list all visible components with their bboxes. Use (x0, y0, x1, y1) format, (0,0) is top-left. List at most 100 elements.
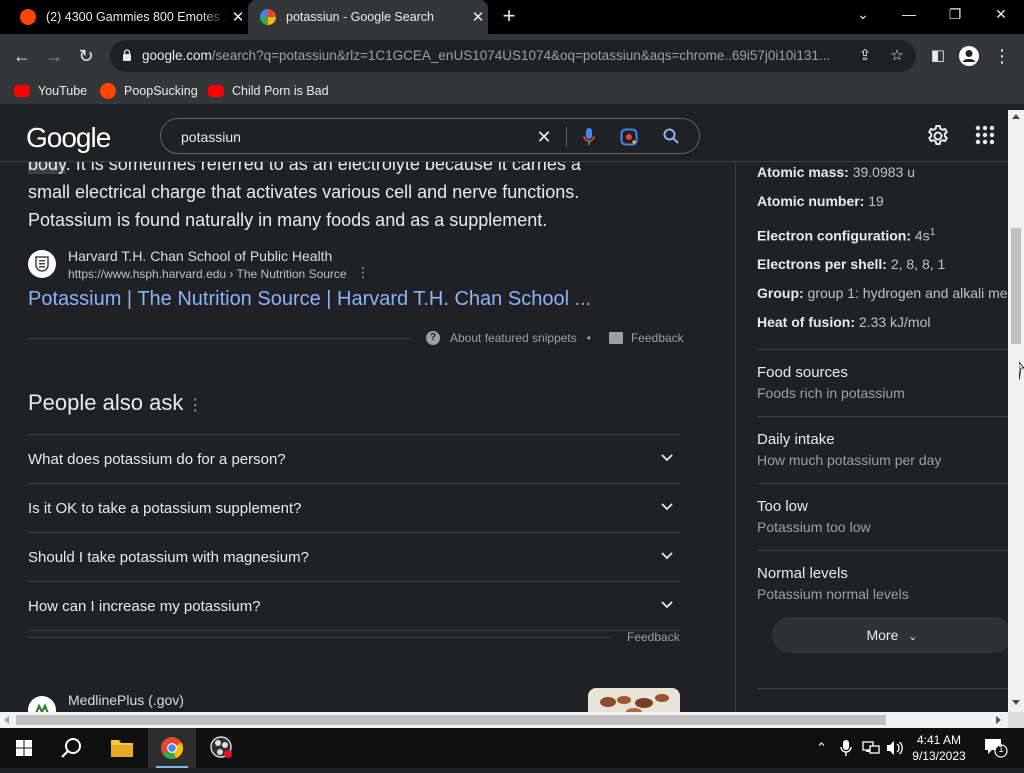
paa-heading: People also ask (28, 390, 184, 415)
windows-start-icon[interactable] (0, 728, 48, 768)
url-path: /search?q=potassiun&rlz=1C1GCEA_enUS1074… (211, 48, 831, 63)
mouse-cursor-icon (1019, 362, 1024, 380)
kp-row-subtitle: Potassium too low (757, 519, 871, 535)
knowledge-panel: Atomic mass: 39.0983 u Atomic number: 19… (735, 162, 1008, 712)
youtube-icon (14, 85, 30, 97)
paa-question[interactable]: How can I increase my potassium? (28, 581, 680, 630)
scroll-left-arrow[interactable] (4, 716, 9, 724)
file-explorer-icon[interactable] (98, 728, 146, 768)
scroll-right-arrow[interactable] (996, 716, 1001, 724)
taskbar-clock[interactable]: 4:41 AM 9/13/2023 (906, 732, 972, 764)
url-host: google.com (142, 48, 212, 63)
bookmark-label: Child Porn is Bad (232, 84, 329, 98)
minimize-button[interactable]: — (886, 0, 932, 30)
new-tab-button[interactable]: + (498, 5, 520, 27)
tab-search-icon[interactable]: ⌄ (840, 0, 886, 30)
address-bar[interactable]: google.com/search?q=potassiun&rlz=1C1GCE… (110, 40, 916, 72)
search-icon[interactable] (48, 728, 96, 768)
snippet-source[interactable]: Harvard T.H. Chan School of Public Healt… (28, 248, 668, 284)
feedback-link[interactable]: Feedback (631, 331, 684, 345)
volume-icon[interactable] (886, 740, 904, 759)
settings-gear-icon[interactable] (926, 124, 950, 148)
search-icon[interactable] (662, 128, 680, 146)
fact-electron-configuration: Electron configuration: 4s1 (757, 227, 935, 244)
source-cite: https://www.hsph.harvard.edu › The Nutri… (68, 267, 347, 281)
bookmark-poopsucking[interactable]: PoopSucking (100, 82, 198, 100)
more-button[interactable]: More ⌄ (772, 617, 1008, 653)
snippet-line-1: . It is sometimes referred to as an elec… (65, 162, 581, 174)
close-tab-icon[interactable]: ✕ (468, 8, 488, 26)
search-input[interactable] (181, 127, 521, 147)
result-title-link[interactable]: Potassium | The Nutrition Source | Harva… (28, 288, 591, 311)
paa-question[interactable]: Is it OK to take a potassium supplement? (28, 483, 680, 532)
medlineplus-icon (28, 696, 56, 712)
google-apps-icon[interactable] (975, 125, 995, 145)
fact-value: 39.0983 u (852, 164, 915, 180)
lens-icon[interactable] (620, 128, 638, 146)
chevron-down-icon (661, 503, 673, 511)
more-options-icon[interactable]: ⋮ (356, 264, 370, 281)
clear-icon[interactable]: ✕ (535, 128, 553, 146)
bookmark-star-icon[interactable]: ☆ (888, 47, 906, 65)
google-logo[interactable]: Google (26, 122, 111, 154)
network-icon[interactable] (862, 740, 880, 759)
side-panel-icon[interactable]: ◧ (926, 44, 950, 68)
share-icon[interactable]: ⇪ (856, 47, 874, 65)
snippet-line-3: Potassium is found naturally in many foo… (28, 210, 548, 230)
paa-menu-icon[interactable]: ⋮ (187, 397, 203, 414)
search-box[interactable]: ✕ (160, 118, 700, 154)
voice-search-icon[interactable] (580, 128, 598, 146)
bookmark-youtube[interactable]: YouTube (14, 82, 87, 100)
result-site-name: MedlinePlus (.gov) (68, 692, 184, 708)
kp-row-subtitle: Potassium normal levels (757, 586, 909, 602)
reload-button[interactable]: ↻ (74, 44, 98, 68)
notification-count: 1 (998, 744, 1004, 754)
paa-question[interactable]: What does potassium do for a person? (28, 434, 680, 483)
paa-question[interactable]: Should I take potassium with magnesium? (28, 532, 680, 581)
vertical-scrollbar[interactable] (1008, 110, 1024, 712)
url-text: google.com/search?q=potassiun&rlz=1C1GCE… (142, 48, 854, 63)
bookmark-label: YouTube (38, 84, 88, 98)
horizontal-scroll-thumb[interactable] (16, 715, 886, 725)
browser-toolbar: ← → ↻ google.com/search?q=potassiun&rlz=… (0, 34, 1024, 78)
close-window-button[interactable]: ✕ (978, 0, 1024, 30)
notifications-icon[interactable]: 1 (984, 738, 1008, 761)
obs-recorder-icon[interactable] (198, 728, 246, 768)
kp-row-title: Too low (757, 498, 808, 515)
restore-button[interactable]: ❐ (932, 0, 978, 30)
tab-reddit[interactable]: (2) 4300 Gammies 800 Emotes 12 ✕ (12, 0, 248, 34)
google-header: Google ✕ (0, 110, 1008, 162)
vertical-scroll-thumb[interactable] (1011, 228, 1021, 344)
paa-question-text: Should I take potassium with magnesium? (28, 549, 309, 566)
result-thumbnail[interactable] (588, 688, 680, 712)
chevron-down-icon (661, 454, 673, 462)
fact-label: Electrons per shell: (757, 256, 887, 272)
back-button[interactable]: ← (10, 44, 34, 68)
chrome-icon[interactable] (148, 728, 196, 768)
kp-row-normal-levels[interactable]: Normal levels Potassium normal levels (757, 550, 1008, 617)
about-featured-snippets-link[interactable]: About featured snippets (450, 331, 577, 345)
search-result[interactable]: MedlinePlus (.gov) (28, 688, 680, 712)
source-name: Harvard T.H. Chan School of Public Healt… (68, 248, 333, 264)
fact-value[interactable]: group 1: hydrogen and alkali me (808, 285, 1008, 301)
scroll-up-arrow[interactable] (1012, 114, 1020, 119)
close-tab-icon[interactable]: ✕ (228, 8, 248, 26)
featured-snippet-text: body. It is sometimes referred to as an … (28, 162, 668, 234)
bookmark-child-porn-is-bad[interactable]: Child Porn is Bad (208, 82, 329, 100)
show-hidden-icons-chevron[interactable]: ⌃ (816, 740, 827, 756)
microphone-icon[interactable] (840, 740, 852, 759)
forward-button[interactable]: → (42, 44, 66, 68)
divider (757, 688, 1008, 689)
profile-avatar[interactable] (957, 44, 981, 68)
paa-feedback-link[interactable]: Feedback (627, 630, 680, 644)
kp-row-food-sources[interactable]: Food sources Foods rich in potassium (757, 349, 1008, 416)
kp-row-too-low[interactable]: Too low Potassium too low (757, 483, 1008, 550)
more-label: More (866, 627, 899, 643)
chevron-down-icon (661, 552, 673, 560)
snippet-footer: ? About featured snippets • Feedback (426, 331, 684, 345)
chrome-menu-icon[interactable]: ⋮ (990, 44, 1014, 68)
tab-google-search[interactable]: potassiun - Google Search ✕ (248, 0, 488, 34)
kp-row-daily-intake[interactable]: Daily intake How much potassium per day (757, 416, 1008, 483)
scroll-down-arrow[interactable] (1012, 700, 1020, 705)
horizontal-scrollbar[interactable] (0, 712, 1008, 728)
